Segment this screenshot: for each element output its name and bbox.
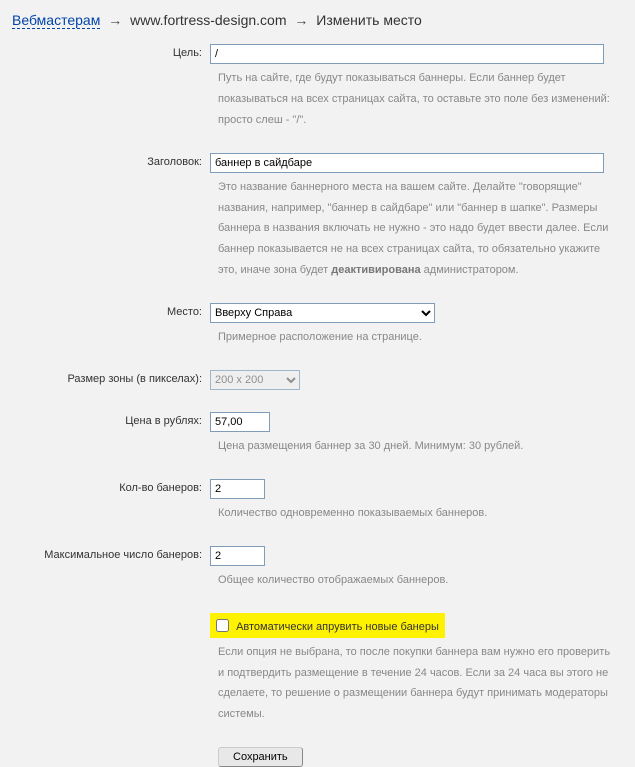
place-label: Место: [12,303,210,318]
place-help: Примерное расположение на странице. [218,327,623,348]
count-input[interactable] [210,479,265,499]
submit-row: Сохранить [12,747,623,767]
title-input[interactable] [210,153,604,173]
field-max: Максимальное число банеров: Общее количе… [12,546,623,591]
auto-checkbox[interactable] [216,619,229,632]
field-goal: Цель: Путь на сайте, где будут показыват… [12,44,623,131]
max-label: Максимальное число банеров: [12,546,210,561]
title-label: Заголовок: [12,153,210,168]
count-help: Количество одновременно показываемых бан… [218,503,623,524]
field-count: Кол-во банеров: Количество одновременно … [12,479,623,524]
field-price: Цена в рублях: Цена размещения баннер за… [12,412,623,457]
goal-label: Цель: [12,44,210,59]
breadcrumb-current: Изменить место [316,12,422,28]
size-select: 200 x 200 [210,370,300,390]
price-help: Цена размещения баннер за 30 дней. Миним… [218,436,623,457]
max-help: Общее количество отображаемых баннеров. [218,570,623,591]
price-input[interactable] [210,412,270,432]
breadcrumb-arrow: → [294,12,308,28]
goal-input[interactable] [210,44,604,64]
auto-highlight: Автоматически апрувить новые банеры [210,613,445,638]
field-auto: Автоматически апрувить новые банеры Если… [12,613,623,726]
size-label: Размер зоны (в пикселах): [12,370,210,385]
auto-label[interactable]: Автоматически апрувить новые банеры [236,621,439,633]
price-label: Цена в рублях: [12,412,210,427]
auto-spacer [12,613,210,616]
breadcrumb-arrow: → [108,12,122,28]
breadcrumb-domain: www.fortress-design.com [130,12,286,28]
field-title: Заголовок: Это название баннерного места… [12,153,623,281]
breadcrumb: Вебмастерам → www.fortress-design.com → … [12,12,623,28]
goal-help: Путь на сайте, где будут показываться ба… [218,68,623,131]
title-help: Это название баннерного места на вашем с… [218,177,623,281]
field-size: Размер зоны (в пикселах): 200 x 200 [12,370,623,390]
breadcrumb-link-webmasters[interactable]: Вебмастерам [12,12,100,29]
field-place: Место: Вверху Справа Примерное расположе… [12,303,623,348]
place-select[interactable]: Вверху Справа [210,303,435,323]
save-button[interactable]: Сохранить [218,747,303,767]
page-root: Вебмастерам → www.fortress-design.com → … [0,0,633,753]
max-input[interactable] [210,546,265,566]
auto-help: Если опция не выбрана, то после покупки … [218,642,623,726]
count-label: Кол-во банеров: [12,479,210,494]
